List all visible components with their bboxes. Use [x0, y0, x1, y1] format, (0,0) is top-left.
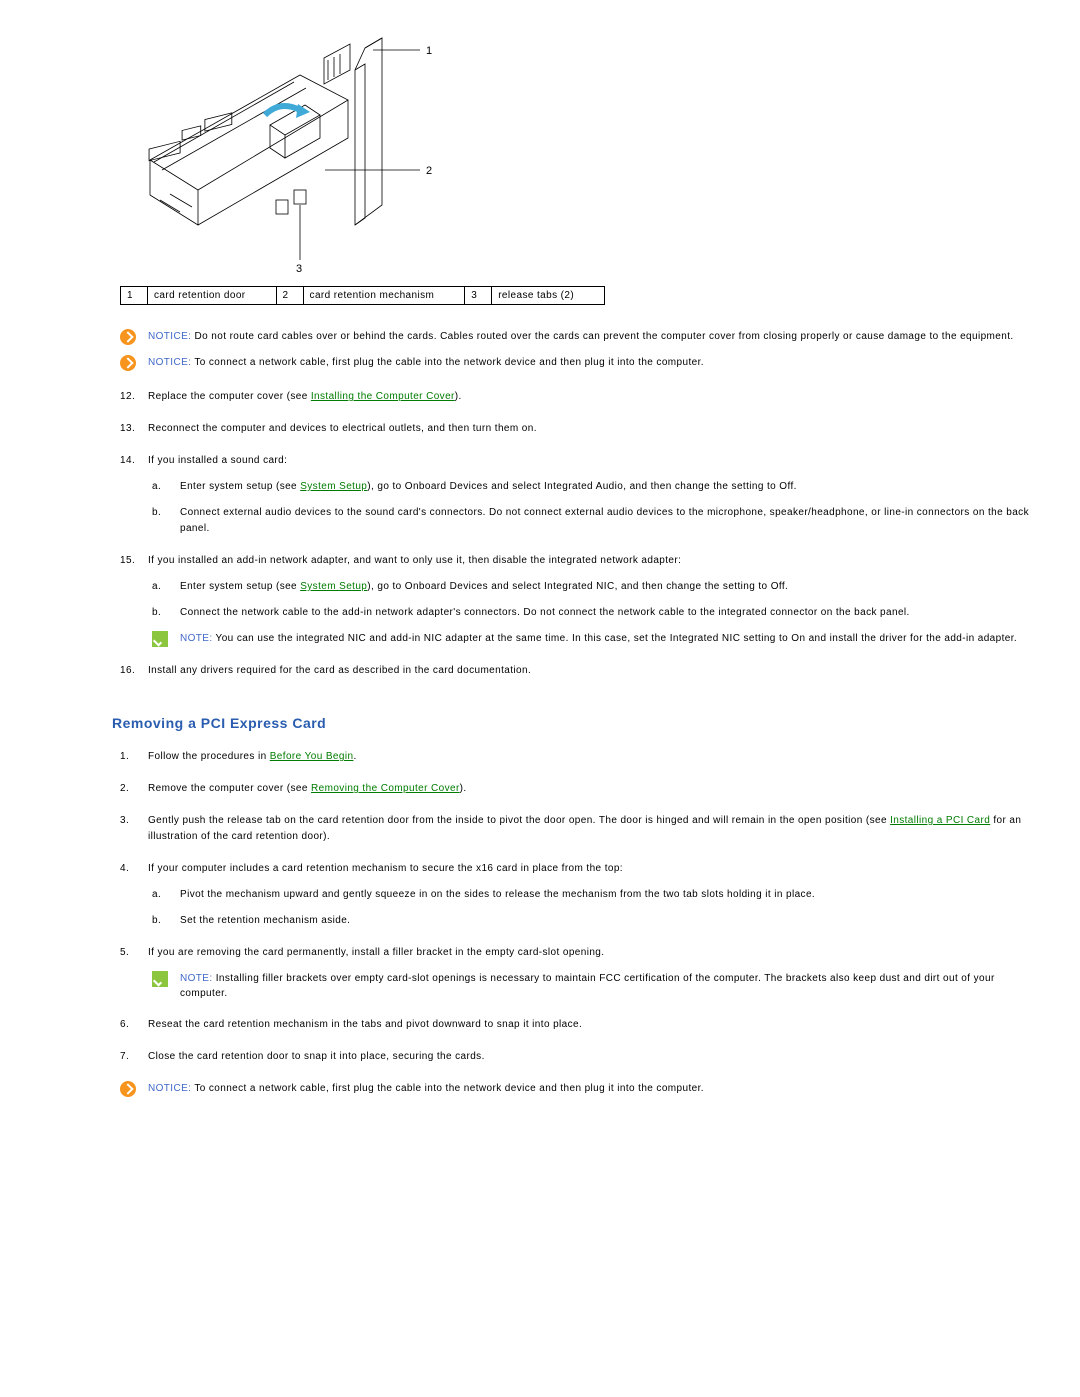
step-text: Enter system setup (see: [180, 481, 300, 492]
note-label: NOTE:: [180, 973, 213, 984]
step-text: ), go to Onboard Devices and select Inte…: [367, 581, 788, 592]
link-installing-cover[interactable]: Installing the Computer Cover: [311, 391, 455, 402]
link-system-setup[interactable]: System Setup: [300, 481, 367, 492]
legend-cell: release tabs (2): [492, 287, 605, 305]
legend-cell: 2: [276, 287, 303, 305]
callout-1: 1: [426, 45, 433, 57]
notice-text: To connect a network cable, first plug t…: [191, 1083, 704, 1094]
step-5: If you are removing the card permanently…: [120, 945, 1040, 1001]
note-text: You can use the integrated NIC and add-i…: [213, 633, 1018, 644]
substeps-4: Pivot the mechanism upward and gently sq…: [152, 887, 1040, 929]
substep: Enter system setup (see System Setup), g…: [152, 479, 1040, 495]
legend-cell: 3: [465, 287, 492, 305]
step-16: Install any drivers required for the car…: [120, 663, 1040, 679]
section-heading-removing-pci-express: Removing a PCI Express Card: [112, 715, 1040, 731]
substeps-15: Enter system setup (see System Setup), g…: [152, 579, 1040, 621]
step-4: If your computer includes a card retenti…: [120, 861, 1040, 929]
step-text: ), go to Onboard Devices and select Inte…: [367, 481, 797, 492]
step-text: ).: [460, 783, 467, 794]
notice-icon: [120, 329, 136, 345]
pci-card-diagram: 1 2 3: [120, 30, 460, 275]
substep: Connect the network cable to the add-in …: [152, 605, 1040, 621]
substep: Enter system setup (see System Setup), g…: [152, 579, 1040, 595]
callout-3: 3: [296, 263, 303, 275]
notice-text: To connect a network cable, first plug t…: [191, 357, 704, 368]
notice-text: Do not route card cables over or behind …: [191, 331, 1013, 342]
link-removing-cover[interactable]: Removing the Computer Cover: [311, 783, 460, 794]
notice-block: NOTICE: To connect a network cable, firs…: [120, 355, 1040, 371]
step-text: .: [353, 751, 356, 762]
note-block: NOTE: Installing filler brackets over em…: [152, 971, 1040, 1001]
note-block: NOTE: You can use the integrated NIC and…: [152, 631, 1040, 647]
notice-label: NOTICE:: [148, 357, 191, 368]
substep: Set the retention mechanism aside.: [152, 913, 1040, 929]
legend-cell: 1: [121, 287, 148, 305]
steps-list-removing: Follow the procedures in Before You Begi…: [120, 749, 1040, 1065]
step-text: ).: [455, 391, 462, 402]
substep: Pivot the mechanism upward and gently sq…: [152, 887, 1040, 903]
substep: Connect external audio devices to the so…: [152, 505, 1040, 537]
step-15: If you installed an add-in network adapt…: [120, 553, 1040, 647]
note-icon: [152, 971, 168, 987]
notice-icon: [120, 1081, 136, 1097]
diagram-legend-table: 1 card retention door 2 card retention m…: [120, 286, 605, 305]
legend-cell: card retention mechanism: [303, 287, 465, 305]
step-text: If your computer includes a card retenti…: [148, 863, 623, 874]
link-installing-pci-card[interactable]: Installing a PCI Card: [890, 815, 990, 826]
step-text: Replace the computer cover (see: [148, 391, 311, 402]
diagram-container: 1 2 3: [120, 30, 1040, 278]
step-3: Gently push the release tab on the card …: [120, 813, 1040, 845]
step-text: Enter system setup (see: [180, 581, 300, 592]
step-7: Close the card retention door to snap it…: [120, 1049, 1040, 1065]
note-label: NOTE:: [180, 633, 213, 644]
callout-2: 2: [426, 165, 433, 177]
notice-block: NOTICE: Do not route card cables over or…: [120, 329, 1040, 345]
step-12: Replace the computer cover (see Installi…: [120, 389, 1040, 405]
step-14: If you installed a sound card: Enter sys…: [120, 453, 1040, 537]
step-text: Remove the computer cover (see: [148, 783, 311, 794]
substeps-14: Enter system setup (see System Setup), g…: [152, 479, 1040, 537]
step-text: If you installed an add-in network adapt…: [148, 555, 681, 566]
step-6: Reseat the card retention mechanism in t…: [120, 1017, 1040, 1033]
link-system-setup[interactable]: System Setup: [300, 581, 367, 592]
legend-cell: card retention door: [148, 287, 277, 305]
step-2: Remove the computer cover (see Removing …: [120, 781, 1040, 797]
step-text: If you installed a sound card:: [148, 455, 287, 466]
note-icon: [152, 631, 168, 647]
step-text: Gently push the release tab on the card …: [148, 815, 890, 826]
notice-label: NOTICE:: [148, 1083, 191, 1094]
notice-icon: [120, 355, 136, 371]
step-text: If you are removing the card permanently…: [148, 947, 604, 958]
notice-label: NOTICE:: [148, 331, 191, 342]
step-text: Follow the procedures in: [148, 751, 270, 762]
notice-block: NOTICE: To connect a network cable, firs…: [120, 1081, 1040, 1097]
steps-list-continued: Replace the computer cover (see Installi…: [120, 389, 1040, 679]
step-1: Follow the procedures in Before You Begi…: [120, 749, 1040, 765]
link-before-you-begin[interactable]: Before You Begin: [270, 751, 354, 762]
step-13: Reconnect the computer and devices to el…: [120, 421, 1040, 437]
note-text: Installing filler brackets over empty ca…: [180, 973, 995, 999]
